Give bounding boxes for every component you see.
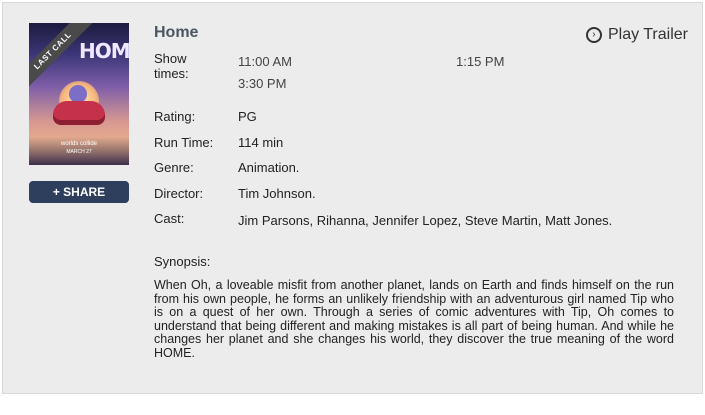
movie-poster[interactable]: HOME worlds collide MARCH 27 LAST CALL [29, 23, 129, 165]
runtime-label: Run Time: [154, 135, 214, 150]
poster-title-art: HOME [79, 39, 129, 63]
share-button[interactable]: + SHARE [29, 181, 129, 203]
poster-date: MARCH 27 [66, 149, 92, 155]
director-label: Director: [154, 186, 204, 201]
chevron-right-circle-icon: › [585, 27, 602, 43]
cast-value: Jim Parsons, Rihanna, Jennifer Lopez, St… [238, 213, 613, 228]
play-trailer-link[interactable]: › Play Trailer [585, 26, 688, 44]
runtime-value: 114 min [238, 135, 284, 150]
play-trailer-label: Play Trailer [607, 26, 688, 43]
synopsis-label: Synopsis: [154, 254, 211, 269]
director-value: Tim Johnson. [238, 186, 316, 201]
rating-label: Rating: [154, 109, 196, 124]
genre-value: Animation. [238, 160, 300, 175]
show-times-label: Show times: [154, 51, 189, 81]
showtime-115pm[interactable]: 1:15 PM [456, 54, 504, 69]
rating-value: PG [238, 109, 257, 124]
genre-label: Genre: [154, 160, 194, 175]
poster-car [53, 101, 105, 125]
movie-card: HOME worlds collide MARCH 27 LAST CALL +… [2, 2, 703, 394]
cast-label: Cast: [154, 211, 185, 226]
movie-title[interactable]: Home [154, 24, 198, 42]
showtime-1100am[interactable]: 11:00 AM [238, 54, 292, 69]
synopsis-text: When Oh, a loveable misfit from another … [154, 278, 674, 360]
poster-tagline: worlds collide [60, 141, 97, 147]
showtime-330pm[interactable]: 3:30 PM [238, 76, 286, 91]
